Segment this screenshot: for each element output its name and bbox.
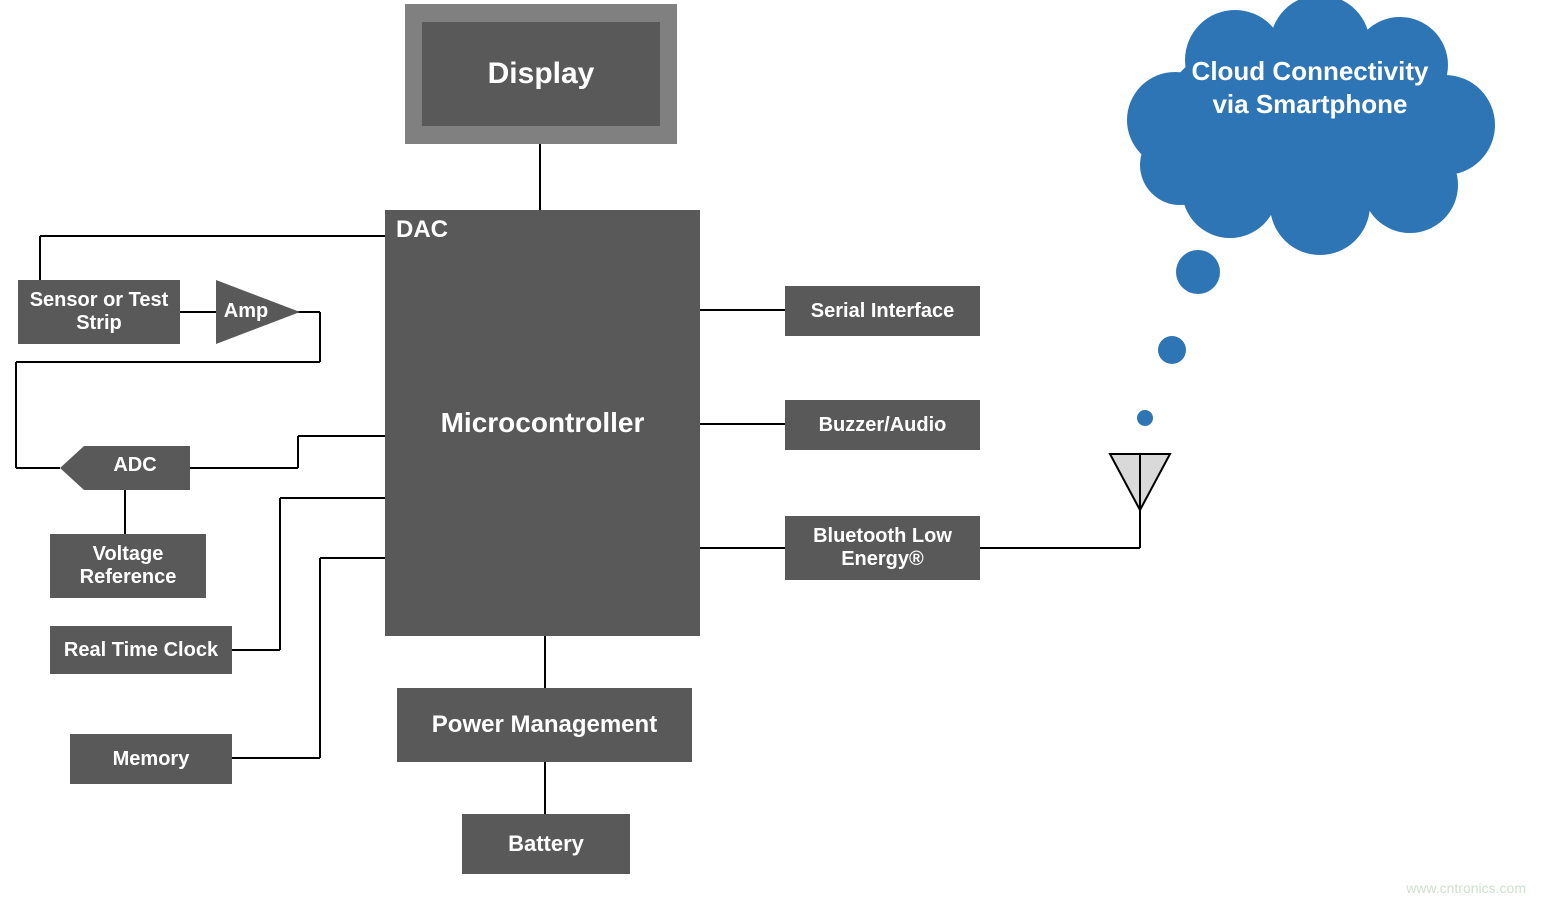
- amp-label: Amp: [224, 300, 268, 322]
- adc-label: ADC: [113, 454, 156, 476]
- dac-label: DAC: [396, 216, 448, 244]
- watermark-text: www.cntronics.com: [1406, 880, 1526, 896]
- memory-block: Memory: [70, 734, 232, 784]
- power-block: Power Management: [397, 688, 692, 762]
- cloud-text-wrap: Cloud Connectivity via Smartphone: [1180, 55, 1440, 120]
- ble-block: Bluetooth Low Energy®: [785, 516, 980, 580]
- serial-label: Serial Interface: [811, 300, 954, 323]
- rtc-block: Real Time Clock: [50, 626, 232, 674]
- display-label: Display: [488, 57, 595, 91]
- cloud-text: Cloud Connectivity via Smartphone: [1192, 56, 1429, 119]
- power-label: Power Management: [432, 711, 657, 739]
- sensor-block: Sensor or Test Strip: [18, 280, 180, 344]
- buzzer-block: Buzzer/Audio: [785, 400, 980, 450]
- rtc-label: Real Time Clock: [64, 639, 218, 662]
- adc-label-wrap: ADC: [90, 454, 180, 477]
- diagram-stage: Display Microcontroller DAC Sensor or Te…: [0, 0, 1546, 908]
- voltage-ref-label: Voltage Reference: [50, 543, 206, 589]
- battery-label: Battery: [508, 831, 584, 857]
- sensor-label: Sensor or Test Strip: [18, 289, 180, 335]
- ble-label: Bluetooth Low Energy®: [785, 525, 980, 571]
- battery-block: Battery: [462, 814, 630, 874]
- amp-label-wrap: Amp: [218, 300, 274, 323]
- microcontroller-block: Microcontroller: [385, 210, 700, 636]
- microcontroller-label: Microcontroller: [441, 407, 645, 439]
- voltage-ref-block: Voltage Reference: [50, 534, 206, 598]
- serial-block: Serial Interface: [785, 286, 980, 336]
- display-block: Display: [422, 22, 660, 126]
- memory-label: Memory: [113, 748, 190, 771]
- buzzer-label: Buzzer/Audio: [819, 414, 947, 437]
